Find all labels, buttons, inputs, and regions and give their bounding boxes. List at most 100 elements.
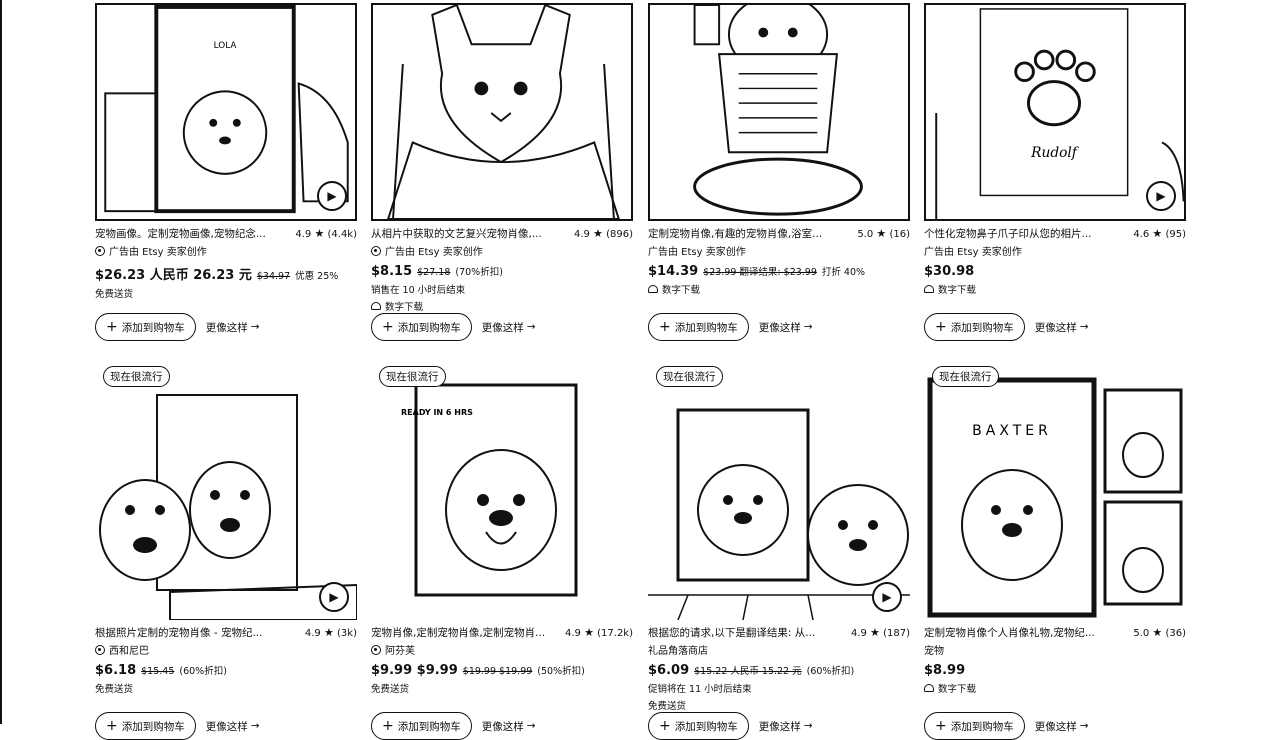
ad-badge-icon xyxy=(95,245,105,256)
seller-line[interactable]: 宠物 xyxy=(924,642,1186,657)
arrow-right-icon: → xyxy=(1079,321,1089,333)
price-line: $8.99 xyxy=(924,663,1186,678)
price: $30.98 xyxy=(924,264,975,279)
discount: (50%折扣) xyxy=(537,666,585,677)
listing-card[interactable]: 现在很流行 READY IN 6 HRS 宠物肖像,定制宠物肖像,定制宠物肖..… xyxy=(371,360,633,740)
listing-card[interactable]: 从相片中获取的文艺复兴宠物肖像,... 4.9 ★ (896) 广告由 Etsy… xyxy=(371,3,633,341)
plus-icon: + xyxy=(659,718,671,734)
rating: 4.6 ★ (95) xyxy=(1133,227,1186,240)
arrow-right-icon: → xyxy=(526,720,536,732)
seller-line[interactable]: 阿芬芙 xyxy=(371,642,633,657)
listing-image[interactable]: Rudolf ▶ xyxy=(924,3,1186,221)
original-price: $19.99 $19.99 xyxy=(462,666,533,677)
rating: 4.9 ★ (17.2k) xyxy=(564,626,633,639)
seller-line[interactable]: 礼品角落商店 xyxy=(648,642,910,657)
original-price: $15.22 人民币 15.22 元 xyxy=(694,666,802,677)
rating: 5.0 ★ (16) xyxy=(857,227,910,240)
listing-image[interactable]: 现在很流行 ▶ xyxy=(95,360,357,620)
trending-badge: 现在很流行 xyxy=(103,366,170,387)
add-to-cart-button[interactable]: + 添加到购物车 xyxy=(648,712,749,740)
original-price: $34.97 xyxy=(256,271,291,282)
shipping-note: 免费送货 xyxy=(648,701,687,712)
more-like-this-link[interactable]: 更像这样 → xyxy=(759,320,813,335)
seller-line: 广告由 Etsy 卖家创作 xyxy=(924,247,1022,258)
pet-portrait-illustration: LOLA xyxy=(104,5,349,214)
listing-title[interactable]: 个性化宠物鼻子爪子印从您的相片... xyxy=(924,226,1092,241)
more-like-this-link[interactable]: 更像这样 → xyxy=(759,719,813,734)
play-video-button[interactable]: ▶ xyxy=(319,582,349,612)
portrait-name-text: Rudolf xyxy=(1030,145,1080,161)
price-line: $9.99 $9.99 $19.99 $19.99 (50%折扣) xyxy=(371,663,633,678)
listing-title[interactable]: 根据照片定制的宠物肖像 - 宠物纪... xyxy=(95,625,262,640)
more-like-this-link[interactable]: 更像这样 → xyxy=(206,320,260,335)
discount: 打折 40% xyxy=(821,267,866,278)
listing-title[interactable]: 定制宠物肖像,有趣的宠物肖像,浴室... xyxy=(648,226,822,241)
play-icon: ▶ xyxy=(327,189,337,203)
listing-title[interactable]: 宠物画像。定制宠物画像,宠物纪念... xyxy=(95,226,266,241)
play-video-button[interactable]: ▶ xyxy=(872,582,902,612)
add-to-cart-button[interactable]: + 添加到购物车 xyxy=(924,313,1025,341)
more-like-this-link[interactable]: 更像这样 → xyxy=(206,719,260,734)
add-to-cart-button[interactable]: + 添加到购物车 xyxy=(371,712,472,740)
plus-icon: + xyxy=(382,718,394,734)
sale-ending-note: 销售在 10 小时后结束 xyxy=(371,285,466,296)
pet-portrait-illustration xyxy=(648,408,910,620)
shipping-note: 免费送货 xyxy=(95,289,134,300)
listing-card[interactable]: 现在很流行 ▶ 根据照片定制的宠物肖像 - 宠物纪... 4.9 ★ (3k) … xyxy=(95,360,357,740)
listing-image[interactable]: LOLA ▶ xyxy=(95,3,357,221)
price-line: $30.98 xyxy=(924,264,1186,279)
listing-card[interactable]: 定制宠物肖像,有趣的宠物肖像,浴室... 5.0 ★ (16) 广告由 Etsy… xyxy=(648,3,910,341)
more-like-this-link[interactable]: 更像这样 → xyxy=(1035,320,1089,335)
plus-icon: + xyxy=(935,718,947,734)
original-price: $23.99 翻译结果: $23.99 xyxy=(703,267,817,278)
add-to-cart-button[interactable]: + 添加到购物车 xyxy=(95,313,196,341)
pet-portrait-illustration: BAXTER xyxy=(927,377,1183,618)
rating: 5.0 ★ (36) xyxy=(1133,626,1186,639)
listing-image[interactable]: 现在很流行 BAXTER xyxy=(924,360,1186,620)
listing-card[interactable]: 现在很流行 BAXTER 定制宠物肖像个人肖像礼物,宠物纪... 5.0 ★ (… xyxy=(924,360,1186,740)
listing-image[interactable] xyxy=(648,3,910,221)
listing-image[interactable]: 现在很流行 READY IN 6 HRS xyxy=(371,360,633,620)
price: $14.39 xyxy=(648,264,699,279)
pet-portrait-illustration: READY IN 6 HRS xyxy=(401,383,578,597)
listing-title[interactable]: 根据您的请求,以下是翻译结果: 从... xyxy=(648,625,815,640)
rating: 4.9 ★ (3k) xyxy=(304,626,357,639)
listing-card[interactable]: LOLA ▶ 宠物画像。定制宠物画像,宠物纪念... 4.9 ★ (4.4k) … xyxy=(95,3,357,341)
pet-portrait-illustration xyxy=(99,394,357,620)
download-icon xyxy=(924,684,934,692)
arrow-right-icon: → xyxy=(250,321,260,333)
more-like-this-link[interactable]: 更像这样 → xyxy=(1035,719,1089,734)
price-line: $6.18 $15.45 (60%折扣) xyxy=(95,663,357,678)
listing-image[interactable] xyxy=(371,3,633,221)
discount: (60%折扣) xyxy=(806,666,855,677)
seller-line: 广告由 Etsy 卖家创作 xyxy=(648,247,746,258)
add-to-cart-button[interactable]: + 添加到购物车 xyxy=(95,712,196,740)
arrow-right-icon: → xyxy=(526,321,536,333)
plus-icon: + xyxy=(106,319,118,335)
arrow-right-icon: → xyxy=(803,321,813,333)
listing-card[interactable]: 现在很流行 ▶ 根据您的请求,以下是翻译结果: 从... 4.9 ★ (187)… xyxy=(648,360,910,740)
add-to-cart-button[interactable]: + 添加到购物车 xyxy=(924,712,1025,740)
digital-download-note: 数字下载 xyxy=(371,299,633,313)
seller-line: 广告由 Etsy 卖家创作 xyxy=(95,243,357,258)
star-icon: ★ xyxy=(593,227,603,240)
plus-icon: + xyxy=(106,718,118,734)
listing-title[interactable]: 宠物肖像,定制宠物肖像,定制宠物肖... xyxy=(371,625,545,640)
more-like-this-link[interactable]: 更像这样 → xyxy=(482,320,536,335)
more-like-this-link[interactable]: 更像这样 → xyxy=(482,719,536,734)
sale-ending-note: 促销将在 11 小时后结束 xyxy=(648,684,752,695)
listing-card[interactable]: Rudolf ▶ 个性化宠物鼻子爪子印从您的相片... 4.6 ★ (95) 广… xyxy=(924,3,1186,341)
arrow-right-icon: → xyxy=(250,720,260,732)
listing-image[interactable]: 现在很流行 ▶ xyxy=(648,360,910,620)
add-to-cart-button[interactable]: + 添加到购物车 xyxy=(648,313,749,341)
page-left-edge xyxy=(0,0,2,724)
star-icon: ★ xyxy=(584,626,594,639)
price-line: $14.39 $23.99 翻译结果: $23.99 打折 40% xyxy=(648,264,910,279)
play-video-button[interactable]: ▶ xyxy=(1146,181,1176,211)
seller-line[interactable]: 西和尼巴 xyxy=(95,642,357,657)
listing-title[interactable]: 定制宠物肖像个人肖像礼物,宠物纪... xyxy=(924,625,1095,640)
play-video-button[interactable]: ▶ xyxy=(317,181,347,211)
listing-title[interactable]: 从相片中获取的文艺复兴宠物肖像,... xyxy=(371,226,542,241)
add-to-cart-button[interactable]: + 添加到购物车 xyxy=(371,313,472,341)
arrow-right-icon: → xyxy=(803,720,813,732)
